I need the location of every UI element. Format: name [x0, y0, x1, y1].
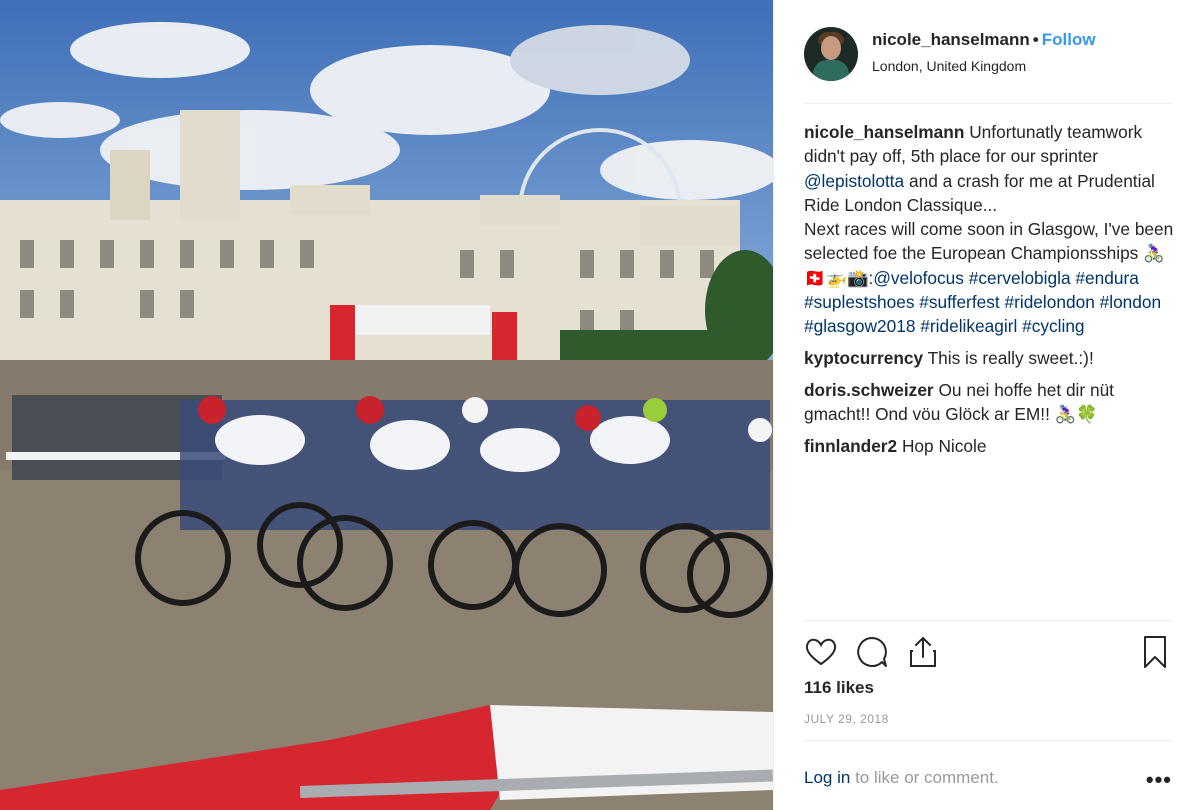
user-line: nicole_hanselmann • Follow: [872, 30, 1096, 50]
heart-icon[interactable]: [804, 635, 838, 669]
hashtag-link[interactable]: #suplestshoes: [804, 292, 914, 312]
comment-username[interactable]: doris.schweizer: [804, 380, 934, 400]
share-upload-icon[interactable]: [906, 635, 940, 669]
hashtag-link[interactable]: #glasgow2018: [804, 316, 915, 336]
post-date[interactable]: JULY 29, 2018: [804, 712, 889, 726]
comment-username[interactable]: finnlander2: [804, 436, 897, 456]
location-link[interactable]: London, United Kingdom: [872, 58, 1096, 74]
comment: kyptocurrency This is really sweet.:)!: [804, 346, 1176, 370]
comment-text: This is really sweet.:)!: [927, 348, 1094, 369]
caption: nicole_hanselmann Unfortunatly teamwork …: [804, 120, 1176, 339]
hashtag-link[interactable]: #sufferfest: [919, 292, 999, 312]
comment-text: Hop Nicole: [901, 436, 987, 457]
post-sidebar: nicole_hanselmann • Follow London, United …: [773, 0, 1200, 810]
mention-link[interactable]: @velofocus: [873, 268, 964, 288]
mention-link[interactable]: @lepistolotta: [804, 171, 904, 191]
avatar-face: [821, 36, 841, 60]
cycling-race-photo: [0, 0, 773, 810]
comment: doris.schweizer Ou nei hoffe het dir nüt…: [804, 378, 1176, 427]
post-photo[interactable]: [0, 0, 773, 810]
hashtag-link[interactable]: #cervelobigla: [969, 268, 1071, 288]
avatar[interactable]: [804, 27, 858, 81]
avatar-shirt: [813, 60, 849, 81]
post-header: nicole_hanselmann • Follow London, United …: [804, 22, 1172, 104]
caption-username[interactable]: nicole_hanselmann: [804, 122, 964, 142]
login-prompt-text: to like or comment.: [855, 768, 999, 787]
username-link[interactable]: nicole_hanselmann: [872, 30, 1030, 49]
comments-section: nicole_hanselmann Unfortunatly teamwork …: [804, 120, 1176, 466]
hashtag-link[interactable]: #cycling: [1022, 316, 1084, 336]
separator-dot: •: [1032, 30, 1039, 49]
follow-button[interactable]: Follow: [1042, 30, 1096, 49]
comment-username[interactable]: kyptocurrency: [804, 348, 923, 368]
bookmark-icon[interactable]: [1138, 635, 1172, 669]
hashtag-link[interactable]: #endura: [1075, 268, 1138, 288]
action-bar: [804, 620, 1172, 672]
instagram-post: nicole_hanselmann • Follow London, United …: [0, 0, 1200, 810]
likes-count[interactable]: 116 likes: [804, 678, 874, 698]
hashtag-link[interactable]: #london: [1100, 292, 1162, 312]
hashtag-link[interactable]: #ridelondon: [1004, 292, 1094, 312]
comment: finnlander2 Hop Nicole: [804, 434, 1176, 458]
speech-bubble-icon[interactable]: [855, 635, 889, 669]
login-prompt: Log in to like or comment.: [804, 768, 999, 788]
login-link[interactable]: Log in: [804, 768, 850, 787]
ellipsis-icon[interactable]: •••: [1146, 767, 1172, 793]
login-footer: Log in to like or comment. •••: [804, 740, 1172, 810]
hashtag-link[interactable]: #ridelikeagirl: [920, 316, 1017, 336]
header-text: nicole_hanselmann • Follow London, United …: [872, 22, 1096, 74]
